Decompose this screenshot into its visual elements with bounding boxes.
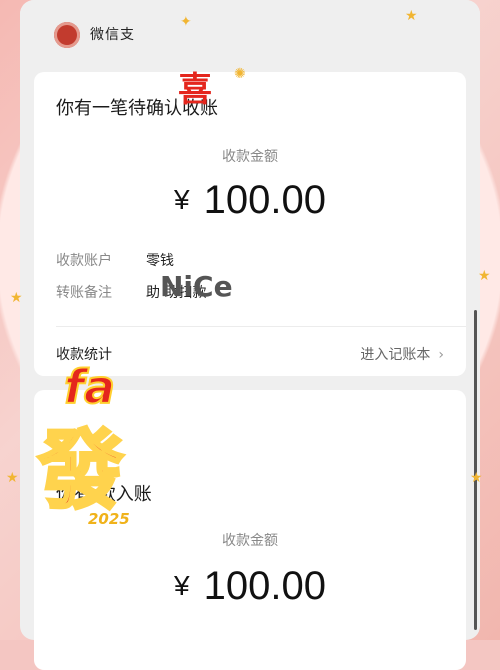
amount-number: 100.00 (203, 178, 326, 222)
star-icon: ★ (6, 470, 19, 486)
account-label: 收款账户 (56, 253, 112, 269)
amount-number: 100.00 (203, 564, 326, 608)
ledger-link[interactable]: 进入记账本 › (360, 344, 444, 364)
amount-value: ¥100.00 (34, 564, 466, 609)
ledger-link-label: 进入记账本 (360, 347, 431, 363)
account-value: 零钱 (146, 253, 174, 269)
currency-symbol: ¥ (174, 570, 190, 601)
nice-sticker: NiCe (160, 270, 233, 303)
sparkle-icon: ✺ (234, 66, 246, 82)
wechat-pay-logo-icon (54, 22, 80, 48)
xi-sticker: 喜 (178, 70, 212, 110)
fa-big-sticker: 發 (37, 420, 126, 523)
currency-symbol: ¥ (174, 184, 190, 215)
amount-label: 收款金额 (222, 149, 278, 165)
star-icon: ★ (10, 290, 23, 306)
amount-value: ¥100.00 (34, 178, 466, 223)
remark-row: 转账备注 助 助扫款 (56, 282, 206, 302)
transfer-card-1[interactable]: 你有一笔待确认收账 收款金额 ¥100.00 收款账户 零钱 转账备注 助 助扫… (34, 72, 466, 376)
chevron-right-icon: › (438, 347, 444, 363)
star-icon: ★ (478, 268, 491, 284)
remark-label: 转账备注 (56, 285, 112, 301)
app-title: 微信支 (90, 27, 135, 43)
account-row: 收款账户 零钱 (56, 250, 174, 270)
year-sticker: 2025 (88, 510, 130, 528)
divider (56, 326, 466, 327)
star-icon: ★ (405, 8, 418, 24)
star-icon: ★ (470, 470, 483, 486)
star-icon: ✦ (180, 14, 192, 30)
amount-label: 收款金额 (222, 533, 278, 549)
